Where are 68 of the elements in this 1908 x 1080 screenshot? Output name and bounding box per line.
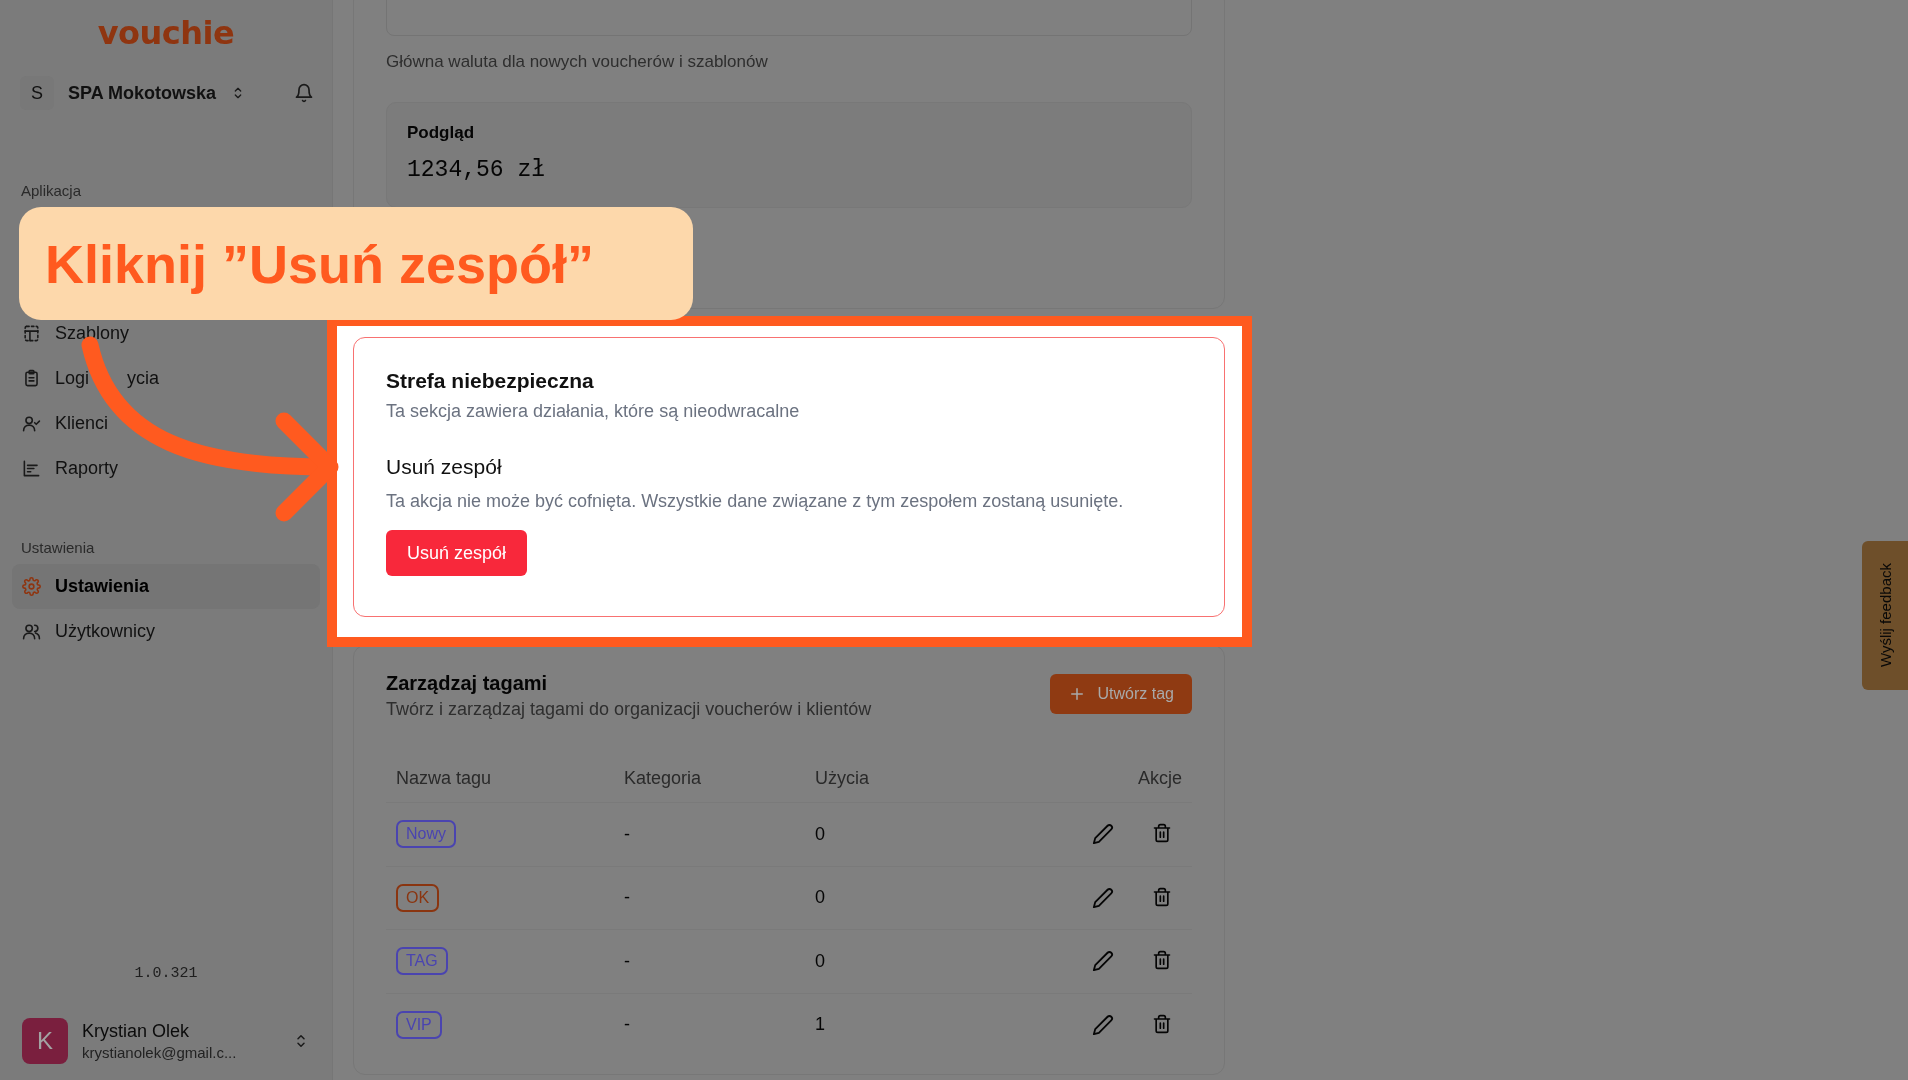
users-icon (22, 622, 41, 641)
tag-badge: Nowy (396, 820, 456, 849)
tutorial-tooltip: Kliknij ”Usuń zespół” (19, 207, 693, 320)
bar-chart-icon (22, 459, 41, 478)
sidebar-item[interactable]: Raporty (12, 446, 129, 491)
delete-team-button[interactable]: Usuń zespół (386, 530, 528, 576)
column-header: Nazwa tagu (395, 767, 493, 789)
sidebar-item-label: ycia (127, 368, 160, 389)
column-header: Kategoria (623, 767, 703, 789)
pencil-icon (1092, 1013, 1114, 1036)
section-description: Twórz i zarządzaj tagami do organizacji voucherów i klientów (386, 699, 872, 720)
trash-icon (1152, 886, 1172, 907)
edit-button[interactable] (1092, 950, 1114, 973)
team-name: SPA Mokotowska (68, 82, 217, 104)
section-description: Ta sekcja zawiera działania, które są nieodwracalne (386, 400, 801, 422)
table-cell: 1 (815, 1014, 825, 1035)
column-header: Użycia (814, 767, 870, 789)
user-menu[interactable]: K Krystian Olek krystianolek@gmail.c... (12, 1018, 320, 1064)
tag-badge: OK (396, 883, 440, 912)
user-name: Krystian Olek (82, 1021, 191, 1042)
section-label: Aplikacja (20, 182, 82, 199)
bell-icon (294, 83, 314, 103)
template-icon (22, 324, 41, 343)
edit-button[interactable] (1092, 1013, 1114, 1036)
delete-button[interactable] (1152, 886, 1172, 909)
edit-button[interactable] (1092, 823, 1114, 846)
table-cell: - (624, 823, 630, 844)
action-title: Usuń zespół (386, 454, 503, 480)
preview-label: Podgląd (407, 123, 476, 143)
section-label: Ustawienia (20, 539, 95, 556)
table-cell: 0 (815, 823, 825, 844)
section-title: Strefa niebezpieczna (386, 368, 595, 394)
table-cell: 0 (815, 950, 825, 971)
table-cell: - (624, 950, 630, 971)
pencil-icon (1092, 823, 1114, 846)
logo: vouchie (97, 14, 235, 52)
sidebar-item-label: Logi (55, 368, 90, 389)
pencil-icon (1092, 886, 1114, 909)
user-email: krystianolek@gmail.c... (82, 1044, 238, 1061)
tag-badge: VIP (396, 1010, 442, 1039)
sidebar-item[interactable]: Ustawienia (12, 564, 320, 609)
tag-badge: TAG (396, 947, 448, 976)
feedback-tab[interactable]: Wyślij feedback (1862, 541, 1908, 690)
trash-icon (1152, 950, 1172, 971)
section-title: Zarządzaj tagami (386, 672, 549, 695)
team-switcher[interactable]: S SPA Mokotowska (20, 76, 247, 110)
trash-icon (1152, 823, 1172, 844)
create-tag-button[interactable]: Utwórz tag (1049, 674, 1192, 714)
sidebar-item[interactable]: Użytkownicy (12, 609, 166, 654)
notifications-button[interactable] (294, 83, 314, 103)
trash-icon (1152, 1013, 1172, 1034)
table-cell: - (624, 887, 630, 908)
sidebar-item[interactable]: Logi ycia (12, 356, 170, 401)
preview-value: 1234,56 zł (407, 157, 547, 183)
table-cell: 0 (815, 887, 825, 908)
delete-button[interactable] (1152, 1013, 1172, 1036)
settings-icon (22, 577, 41, 596)
pencil-icon (1092, 950, 1114, 973)
action-description: Ta akcja nie może być cofnięta. Wszystkie dane związane z tym zespołem zostaną usunięte. (386, 490, 1125, 512)
table-cell: - (624, 1014, 630, 1035)
sidebar-item[interactable]: Klienci (12, 401, 119, 446)
user-avatar: K (22, 1018, 68, 1064)
field-hint: Główna waluta dla nowych voucherów i szablonów (386, 52, 769, 72)
clipboard-icon (22, 369, 41, 388)
column-header: Akcje (1137, 767, 1183, 789)
version-label: 1.0.321 (134, 965, 198, 982)
user-check-icon (22, 414, 41, 433)
edit-button[interactable] (1092, 886, 1114, 909)
